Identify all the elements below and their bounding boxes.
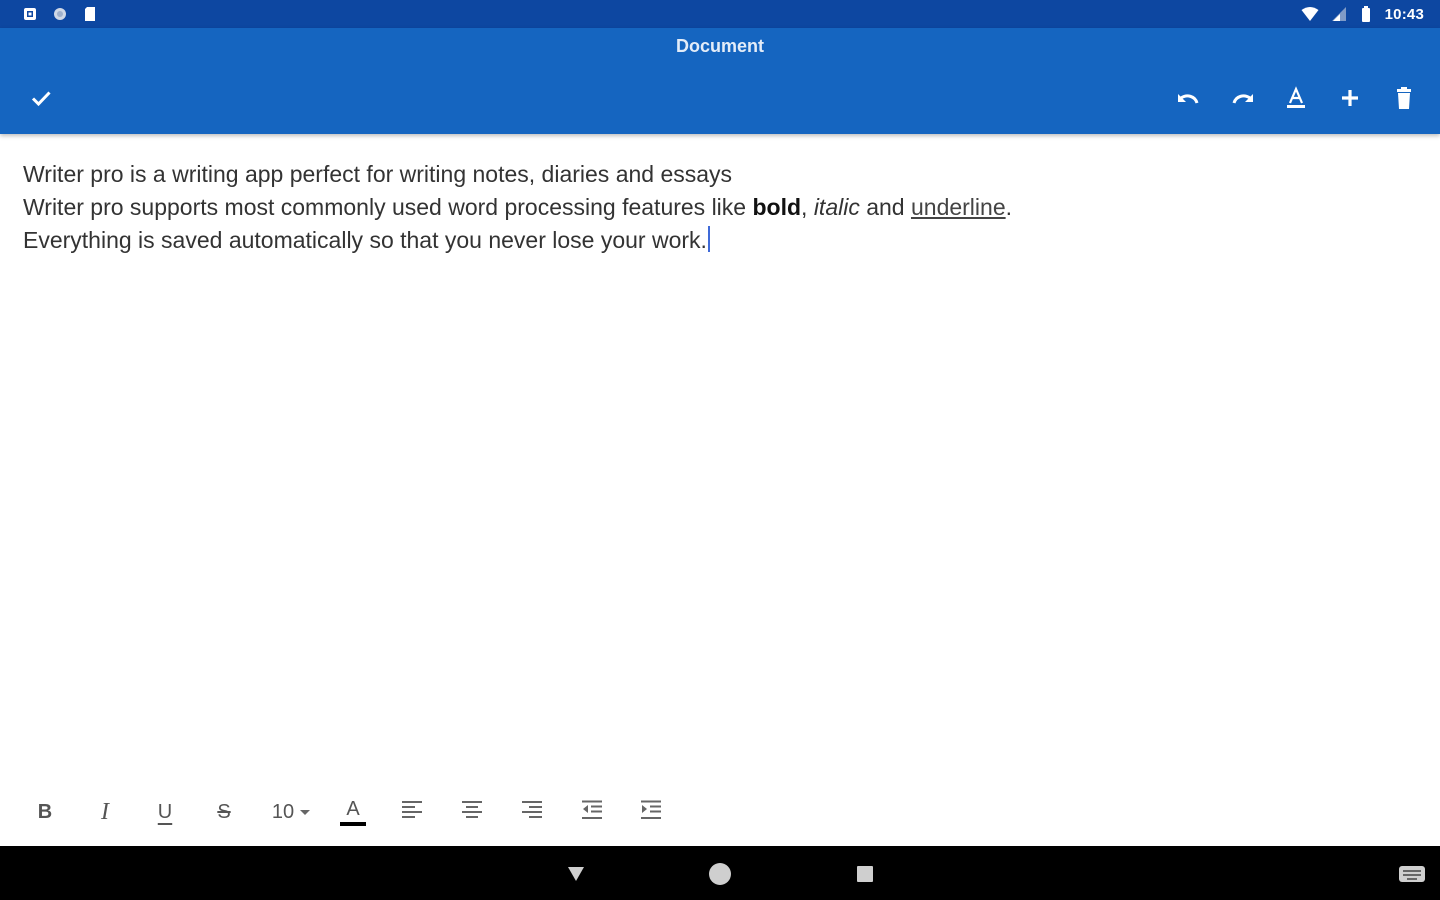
decrease-indent-button[interactable] <box>572 794 612 830</box>
align-center-button[interactable] <box>452 794 492 830</box>
home-button[interactable] <box>708 862 732 886</box>
status-left <box>22 6 98 22</box>
redo-icon <box>1230 86 1256 115</box>
color-underline-bar <box>340 821 366 826</box>
bold-icon: B <box>37 800 53 823</box>
document-title: Document <box>675 36 764 56</box>
notification-icon <box>22 6 38 22</box>
clock-time: 10:43 <box>1384 5 1424 23</box>
text-color-swatch: A <box>340 799 366 826</box>
battery-icon <box>1361 6 1371 22</box>
delete-icon <box>1392 86 1416 115</box>
bold-button[interactable]: B <box>25 794 65 830</box>
keyboard-switch-button[interactable] <box>1398 862 1426 886</box>
add-icon <box>1338 86 1362 115</box>
line-3-text: Everything is saved automatically so tha… <box>23 227 707 253</box>
text-color-glyph: A <box>346 797 360 820</box>
document-editor[interactable]: Writer pro is a writing app perfect for … <box>0 134 1440 780</box>
italic-icon: I <box>101 798 109 825</box>
font-size-value: 10 <box>271 800 295 823</box>
bold-word: bold <box>752 194 802 220</box>
text-color-button[interactable] <box>1278 82 1314 118</box>
delete-button[interactable] <box>1386 82 1422 118</box>
line-1-text: Writer pro is a writing app perfect for … <box>23 161 733 187</box>
italic-button[interactable]: I <box>85 794 125 830</box>
app-bar: Document <box>0 28 1440 134</box>
strikethrough-icon: S <box>217 800 231 823</box>
back-triangle-icon <box>564 867 588 890</box>
undo-icon <box>1175 86 1201 115</box>
align-right-icon <box>521 800 543 825</box>
align-right-button[interactable] <box>512 794 552 830</box>
line-2-prefix: Writer pro supports most commonly used w… <box>23 194 753 220</box>
text-line-1: Writer pro is a writing app perfect for … <box>23 158 1417 191</box>
undo-button[interactable] <box>1170 82 1206 118</box>
underline-icon: U <box>157 800 173 823</box>
font-size-select[interactable]: 10 <box>263 794 319 830</box>
text-line-3: Everything is saved automatically so tha… <box>23 224 1417 257</box>
status-right: 10:43 <box>1301 6 1424 23</box>
keyboard-icon <box>1398 866 1426 890</box>
line-2-and: and <box>859 194 911 220</box>
chevron-down-icon <box>300 809 311 815</box>
underline-word: underline <box>910 194 1006 220</box>
check-icon <box>29 86 53 115</box>
signal-icon <box>1331 6 1347 22</box>
align-left-button[interactable] <box>392 794 432 830</box>
status-bar: 10:43 <box>0 0 1440 28</box>
text-line-2: Writer pro supports most commonly used w… <box>23 191 1417 224</box>
wifi-icon <box>1301 6 1319 22</box>
align-center-icon <box>461 800 483 825</box>
strikethrough-button[interactable]: S <box>204 794 244 830</box>
underline-button[interactable]: U <box>145 794 185 830</box>
text-cursor <box>707 226 710 252</box>
recents-button[interactable] <box>853 862 877 886</box>
italic-word: italic <box>813 194 860 220</box>
system-nav-bar <box>0 846 1440 900</box>
line-2-end: . <box>1005 194 1013 220</box>
line-2-comma: , <box>801 194 814 220</box>
formatting-toolbar: B I U S 10 A <box>0 780 1440 846</box>
add-button[interactable] <box>1332 82 1368 118</box>
redo-button[interactable] <box>1225 82 1261 118</box>
app-root: 10:43 Document Writer pro is a writing a… <box>0 0 1440 900</box>
text-color-picker[interactable]: A <box>333 794 373 830</box>
home-circle-icon <box>708 863 732 890</box>
align-left-icon <box>401 800 423 825</box>
recents-square-icon <box>853 866 877 890</box>
text-color-icon <box>1284 85 1308 115</box>
back-button[interactable] <box>564 862 588 886</box>
increase-indent-button[interactable] <box>631 794 671 830</box>
sd-card-icon <box>82 6 98 22</box>
decrease-indent-icon <box>581 800 603 825</box>
circle-icon <box>52 6 68 22</box>
done-button[interactable] <box>23 82 59 118</box>
increase-indent-icon <box>640 800 662 825</box>
